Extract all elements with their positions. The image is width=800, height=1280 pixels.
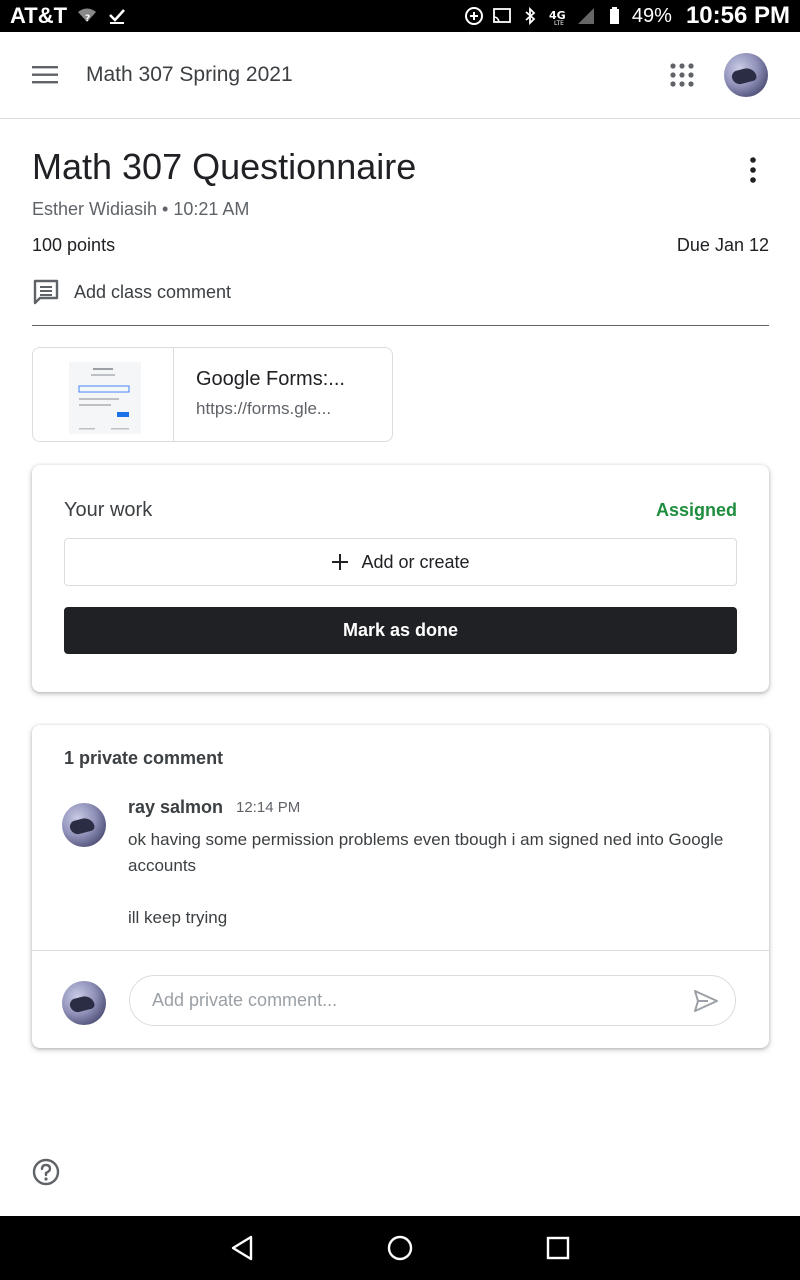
menu-icon[interactable] <box>32 65 60 85</box>
assignment-byline: Esther Widiasih • 10:21 AM <box>32 199 250 219</box>
class-title[interactable]: Math 307 Spring 2021 <box>86 63 293 87</box>
your-work-card: Your work Assigned Add or create Mark as… <box>32 465 769 692</box>
send-icon[interactable] <box>692 987 720 1015</box>
plus-icon <box>332 554 349 570</box>
comment-author-avatar <box>62 803 106 847</box>
comment-paragraph: ill keep trying <box>128 908 228 927</box>
work-status-badge: Assigned <box>655 500 737 520</box>
clock: 10:56 PM <box>685 2 790 29</box>
private-comment-input[interactable] <box>129 975 736 1026</box>
download-done-icon <box>109 9 125 24</box>
attachment-card[interactable]: Google Forms:... https://forms.gle... <box>32 347 393 442</box>
attachment-title: Google Forms:... <box>196 368 345 390</box>
comment-time: 12:14 PM <box>236 799 301 816</box>
your-work-label: Your work <box>64 499 153 521</box>
help-icon[interactable] <box>32 1158 60 1186</box>
header-divider <box>32 325 769 326</box>
svg-text:LTE: LTE <box>554 20 564 26</box>
private-comments-header: 1 private comment <box>64 748 224 768</box>
attachment-url: https://forms.gle... <box>196 399 332 418</box>
points-label: 100 points <box>32 235 116 255</box>
add-or-create-label: Add or create <box>361 551 470 572</box>
comment-paragraph: ok having some permission problems even … <box>128 830 724 875</box>
my-avatar <box>62 981 106 1025</box>
attachment-thumbnail <box>33 348 174 441</box>
account-avatar[interactable] <box>724 53 768 97</box>
comment-divider <box>32 950 769 951</box>
status-bar: AT&T ? 4G LTE 49% 10:56 PM <box>0 0 800 32</box>
form-preview-image <box>69 362 141 434</box>
add-or-create-button[interactable]: Add or create <box>64 538 737 586</box>
apps-grid-icon[interactable] <box>670 63 694 87</box>
private-comments-card: 1 private comment ray salmon 12:14 PM ok… <box>32 725 769 1048</box>
comment-body: ok having some permission problems even … <box>128 827 743 931</box>
bluetooth-icon <box>525 6 536 26</box>
comment-author: ray salmon <box>128 797 224 817</box>
wifi-icon: ? <box>78 8 97 24</box>
add-class-comment-label: Add class comment <box>74 281 232 302</box>
mark-as-done-button[interactable]: Mark as done <box>64 607 737 654</box>
svg-text:?: ? <box>85 14 90 24</box>
more-vert-icon[interactable] <box>742 156 764 184</box>
system-nav-bar <box>0 1216 800 1280</box>
cast-icon <box>493 8 511 23</box>
recents-button[interactable] <box>544 1234 572 1262</box>
lte-icon: 4GLTE <box>549 9 566 26</box>
app-bar: Math 307 Spring 2021 <box>0 32 800 119</box>
carrier-label: AT&T <box>10 3 68 28</box>
back-icon <box>231 1235 253 1261</box>
back-button[interactable] <box>228 1234 256 1262</box>
data-saver-icon <box>464 7 483 25</box>
battery-icon <box>609 7 619 24</box>
add-class-comment-button[interactable]: Add class comment <box>32 278 231 306</box>
home-button[interactable] <box>386 1234 414 1262</box>
recents-icon <box>546 1236 570 1260</box>
signal-icon <box>577 8 594 24</box>
due-date: Due Jan 12 <box>676 235 769 255</box>
battery-level: 49% <box>631 4 672 27</box>
comment-icon <box>33 279 59 305</box>
home-icon <box>387 1235 413 1261</box>
assignment-title: Math 307 Questionnaire <box>32 146 417 187</box>
